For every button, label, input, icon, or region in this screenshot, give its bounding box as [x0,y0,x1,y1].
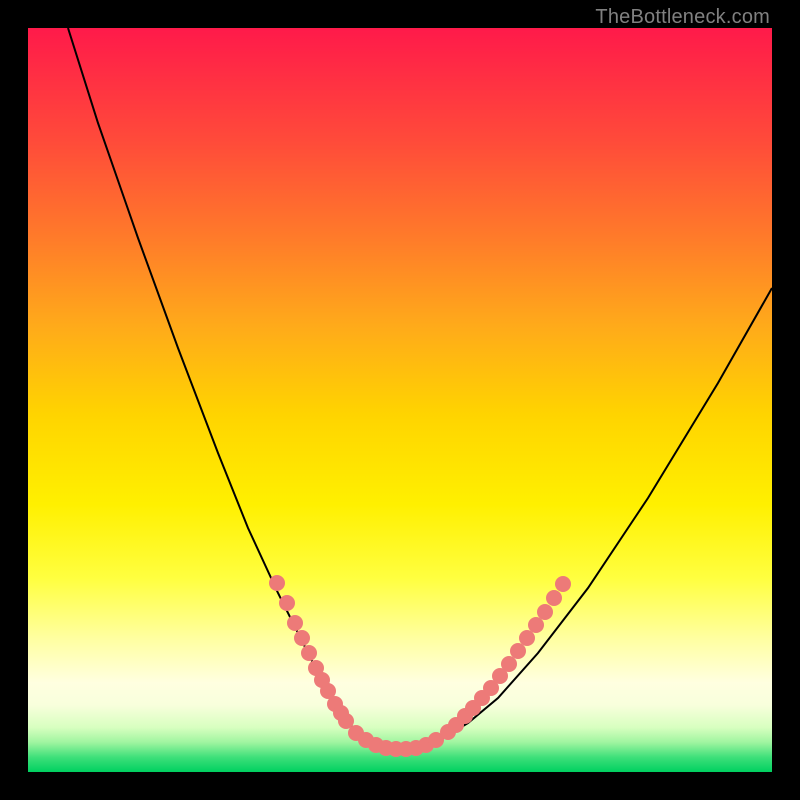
curve-marker [294,630,310,646]
curve-marker [279,595,295,611]
curve-marker [287,615,303,631]
curve-marker [555,576,571,592]
curve-marker [519,630,535,646]
chart-svg [28,28,772,772]
bottleneck-curve [68,28,772,748]
curve-marker [528,617,544,633]
curve-marker [537,604,553,620]
curve-marker [546,590,562,606]
curve-marker [501,656,517,672]
curve-marker [510,643,526,659]
curve-marker [301,645,317,661]
curve-marker [269,575,285,591]
watermark-text: TheBottleneck.com [595,6,770,29]
